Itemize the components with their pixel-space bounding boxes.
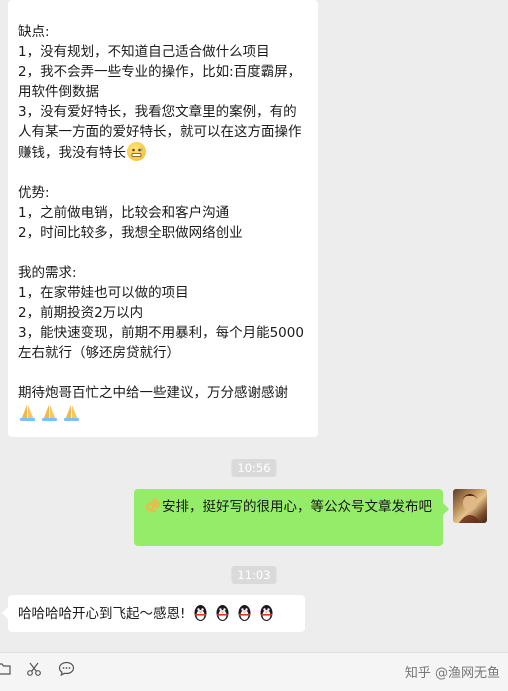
penguin-emoji-icon <box>216 605 229 621</box>
folder-icon[interactable] <box>0 661 12 681</box>
outgoing-message-text: 安排，挺好写的很用心，等公众号文章发布吧 <box>162 499 432 515</box>
input-toolbar: 知乎 @渔网无鱼 <box>0 652 508 691</box>
penguin-emoji-icon <box>238 605 251 621</box>
incoming-message-bubble: 缺点: 1，没有规划，不知道自己适合做什么项目 2，我不会弄一些专业的操作，比如… <box>8 0 318 437</box>
incoming-message-bubble: 哈哈哈哈开心到飞起～感恩! <box>2 595 305 632</box>
pray-emoji-icon <box>40 403 59 424</box>
timestamp: 11:03 <box>231 566 277 584</box>
watermark: 知乎 @渔网无鱼 <box>404 666 500 681</box>
message-text-part-1: 缺点: 1，没有规划，不知道自己适合做什么项目 2，我不会弄一些专业的操作，比如… <box>18 24 302 161</box>
avatar[interactable] <box>453 489 487 523</box>
chat-bubble-icon[interactable] <box>58 661 75 681</box>
incoming-message-text: 哈哈哈哈开心到飞起～感恩! <box>18 606 186 622</box>
scissors-icon[interactable] <box>26 661 42 681</box>
ok-hand-emoji-icon <box>144 497 161 514</box>
pray-emoji-icon <box>62 403 81 424</box>
penguin-emoji-icon <box>260 605 273 621</box>
pray-emoji-icon <box>18 403 37 424</box>
message-text-part-2: 优势: 1，之前做电销，比较会和客户沟通 2，时间比较多，我想全职做网络创业 我… <box>18 185 304 401</box>
grimace-smile-emoji-icon <box>127 142 146 161</box>
penguin-emojis <box>191 603 276 622</box>
timestamp: 10:56 <box>231 459 277 477</box>
outgoing-message-bubble: 安排，挺好写的很用心，等公众号文章发布吧 <box>134 489 449 546</box>
penguin-emoji-icon <box>194 605 207 621</box>
